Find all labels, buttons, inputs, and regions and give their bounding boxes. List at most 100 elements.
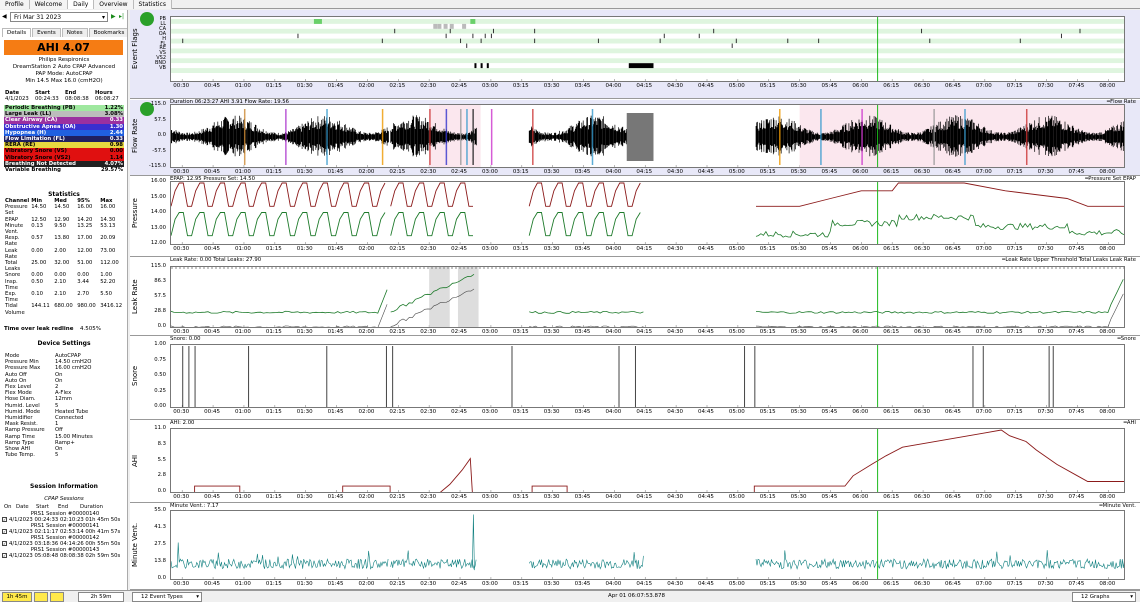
pressure-svg bbox=[171, 182, 1124, 244]
stats-cell: Pressure Set bbox=[5, 204, 28, 217]
ahi-plot[interactable] bbox=[170, 428, 1125, 493]
x-tick-label: 07:45 bbox=[1068, 409, 1085, 415]
subtab-notes[interactable]: Notes bbox=[61, 28, 88, 37]
x-tick-label: 07:45 bbox=[1068, 83, 1085, 89]
session-color-button-2[interactable] bbox=[50, 592, 64, 602]
event-row[interactable]: Variable Breathing 29.57% bbox=[4, 167, 124, 174]
event-flag-mark bbox=[445, 33, 447, 39]
event-flag-mark bbox=[534, 38, 536, 44]
epap-line bbox=[171, 212, 386, 237]
x-tick-label: 05:45 bbox=[821, 83, 838, 89]
epap-line bbox=[755, 213, 1124, 238]
legend-text: Minute Vent. bbox=[1102, 503, 1136, 509]
y-tick-label: 55.0 bbox=[154, 507, 166, 513]
snore-plot[interactable] bbox=[170, 344, 1125, 408]
x-tick-label: 05:30 bbox=[790, 169, 807, 175]
event-flag-mark bbox=[921, 28, 923, 34]
session-item[interactable]: PRS1 Session #00000141 ✓ 4/1/2023 02:11:17… bbox=[2, 523, 127, 535]
event-flag-mark bbox=[480, 38, 482, 44]
flag-row-band bbox=[171, 68, 1124, 73]
x-tick-label: 03:15 bbox=[512, 581, 529, 587]
x-tick-label: 07:30 bbox=[1037, 246, 1054, 252]
x-tick-label: 03:30 bbox=[543, 169, 560, 175]
stats-cell: 25.00 bbox=[31, 260, 47, 267]
flow-event-marker bbox=[820, 109, 822, 165]
flow-waveform bbox=[528, 115, 645, 157]
session-col-header: Start bbox=[36, 504, 49, 510]
x-tick-label: 08:00 bbox=[1099, 169, 1116, 175]
leak-plot[interactable] bbox=[170, 266, 1125, 328]
right-session-time-button[interactable]: 2h 59m bbox=[78, 592, 124, 602]
session-item[interactable]: PRS1 Session #00000143 ✓ 4/1/2023 05:08:48… bbox=[2, 547, 127, 559]
x-tick-label: 01:45 bbox=[327, 409, 344, 415]
event-flag-mark bbox=[492, 28, 494, 34]
last-day-button[interactable]: ▸| bbox=[119, 13, 124, 20]
x-tick-label: 05:30 bbox=[790, 409, 807, 415]
leak-redline-value: 4.505% bbox=[80, 326, 101, 332]
session-checkbox[interactable]: ✓ bbox=[2, 553, 7, 558]
flag-row-band bbox=[171, 48, 1124, 54]
y-tick-label: 0.0 bbox=[157, 575, 166, 581]
x-tick-label: 06:30 bbox=[914, 246, 931, 252]
session-item[interactable]: PRS1 Session #00000140 ✓ 4/1/2023 00:24:33… bbox=[2, 511, 127, 523]
x-tick-label: 05:00 bbox=[728, 329, 745, 335]
x-tick-label: 01:45 bbox=[327, 494, 344, 500]
event-flag-mark bbox=[484, 33, 486, 39]
session-checkbox[interactable]: ✓ bbox=[2, 529, 7, 534]
x-tick-label: 03:30 bbox=[543, 329, 560, 335]
top-tab-daily[interactable]: Daily bbox=[68, 0, 95, 9]
x-tick-label: 04:45 bbox=[698, 169, 714, 175]
event-flag-mark bbox=[659, 38, 661, 44]
prev-day-button[interactable]: ◀ bbox=[2, 13, 7, 20]
epap-line bbox=[528, 212, 641, 237]
x-tick-label: 01:00 bbox=[235, 83, 251, 89]
session-checkbox[interactable]: ✓ bbox=[2, 517, 7, 522]
stats-cell: Minute Vent. bbox=[5, 222, 24, 236]
panel-minvent: Minute Vent. Minute Vent.: 7.17 ━Minute Ve… bbox=[130, 503, 1140, 590]
x-tick-label: 03:45 bbox=[574, 329, 591, 335]
x-tick-label: 02:15 bbox=[389, 329, 406, 335]
stats-cell: 12.00 bbox=[77, 247, 93, 254]
x-tick-label: 01:00 bbox=[235, 409, 251, 415]
x-tick-label: 05:45 bbox=[821, 246, 838, 252]
x-tick-label: 01:00 bbox=[235, 329, 251, 335]
graphs-dropdown[interactable]: 12 Graphs ▾ bbox=[1072, 592, 1136, 602]
x-tick-label: 00:30 bbox=[173, 581, 190, 587]
x-tick-label: 05:00 bbox=[728, 246, 745, 252]
x-tick-label: 02:15 bbox=[389, 83, 406, 89]
x-tick-label: 07:45 bbox=[1068, 494, 1085, 500]
x-tick-label: 05:00 bbox=[728, 169, 745, 175]
ll-flag-span bbox=[462, 23, 467, 29]
session-color-button[interactable] bbox=[34, 592, 48, 602]
session-item[interactable]: PRS1 Session #00000142 ✓ 4/1/2023 03:18:36… bbox=[2, 535, 127, 547]
bnd-flag-mark bbox=[474, 63, 477, 69]
x-tick-label: 03:45 bbox=[574, 409, 591, 415]
left-session-time-button[interactable]: 1h 45m bbox=[2, 592, 32, 602]
flow-plot[interactable] bbox=[170, 104, 1125, 168]
x-tick-label: 04:45 bbox=[698, 494, 714, 500]
chevron-down-icon: ▾ bbox=[1130, 594, 1133, 600]
x-tick-label: 06:45 bbox=[945, 83, 961, 89]
x-tick-label: 02:00 bbox=[358, 246, 375, 252]
date-picker[interactable]: Fri Mar 31 2023 ▾ bbox=[10, 12, 108, 22]
subtab-events[interactable]: Events bbox=[32, 28, 61, 37]
top-tab-statistics[interactable]: Statistics bbox=[133, 0, 172, 9]
flags-plot[interactable] bbox=[170, 16, 1125, 82]
flow-event-marker bbox=[285, 109, 287, 165]
x-tick-label: 00:45 bbox=[204, 169, 221, 175]
session-checkbox[interactable]: ✓ bbox=[2, 541, 7, 546]
event-types-dropdown[interactable]: 12 Event Types ▾ bbox=[132, 592, 202, 602]
x-tick-label: 06:30 bbox=[914, 329, 931, 335]
snore-spike bbox=[1048, 346, 1050, 407]
subtab-bookmarks[interactable]: Bookmarks bbox=[88, 28, 127, 37]
event-flag-mark bbox=[929, 38, 931, 44]
top-tab-profile[interactable]: Profile bbox=[0, 0, 30, 9]
subtab-details[interactable]: Details bbox=[2, 28, 32, 37]
pressure-plot[interactable] bbox=[170, 181, 1125, 245]
minvent-plot[interactable] bbox=[170, 510, 1125, 580]
top-tab-overview[interactable]: Overview bbox=[94, 0, 134, 9]
next-day-button[interactable]: ▶ bbox=[111, 13, 116, 20]
top-tab-welcome[interactable]: Welcome bbox=[29, 0, 69, 9]
x-tick-label: 01:30 bbox=[296, 409, 313, 415]
stats-cell: 680.00 bbox=[54, 303, 73, 310]
